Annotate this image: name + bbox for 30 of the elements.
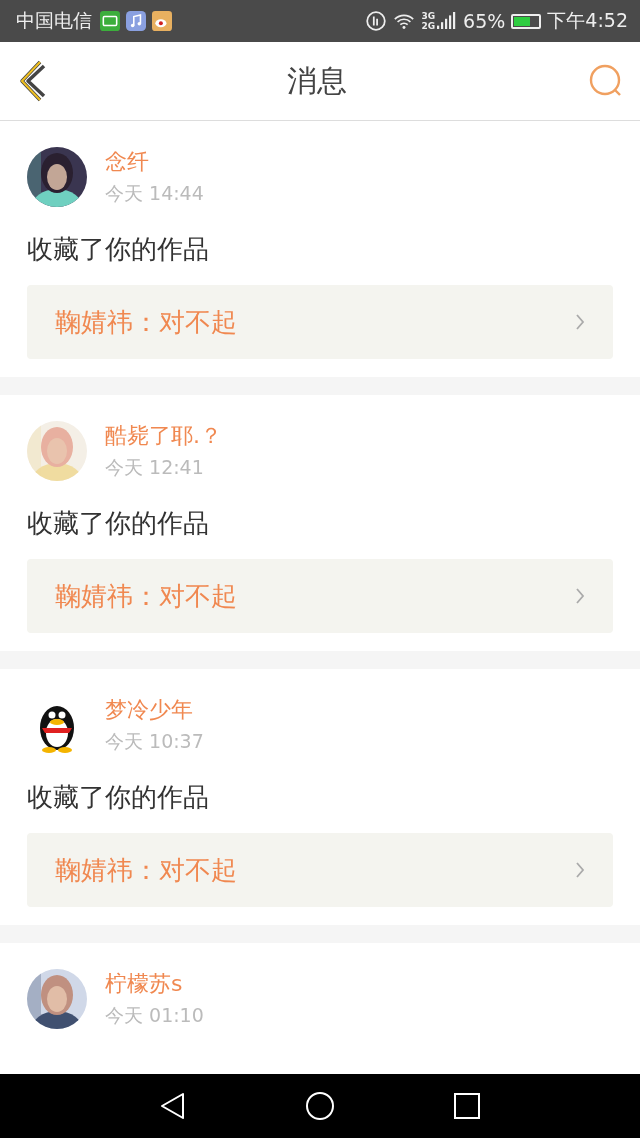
message-text: 收藏了你的作品	[27, 781, 210, 814]
message-text: 收藏了你的作品	[27, 233, 210, 266]
clock-time: 下午4:52	[547, 8, 628, 33]
music-app-icon	[126, 11, 146, 31]
carrier-name: 中国电信	[16, 8, 92, 33]
user-name[interactable]: 念纤	[105, 147, 204, 177]
video-app-icon	[100, 11, 120, 31]
user-name[interactable]: 酷毙了耶.？	[105, 421, 222, 451]
message-text: 收藏了你的作品	[27, 507, 210, 540]
battery-percent: 65%	[463, 10, 506, 32]
chevron-icon	[575, 587, 585, 605]
battery-icon	[511, 13, 542, 29]
message-time: 今天 12:41	[105, 455, 205, 480]
work-link[interactable]: 鞠婧祎：对不起	[27, 833, 613, 907]
work-link[interactable]: 鞠婧祎：对不起	[27, 559, 613, 633]
message-time: 今天 10:37	[105, 729, 204, 754]
network-type: 3G 2G	[421, 11, 436, 31]
data-saver-icon	[365, 10, 388, 32]
chevron-icon	[575, 313, 585, 331]
eye-app-icon	[152, 11, 172, 31]
user-name[interactable]: 梦冷少年	[105, 695, 204, 725]
user-name[interactable]: 柠檬苏s	[105, 969, 204, 999]
home-nav-icon[interactable]	[305, 1091, 335, 1121]
chevron-icon	[575, 861, 585, 879]
signal-icon	[437, 11, 458, 31]
message-time: 今天 14:44	[105, 181, 204, 206]
message-time: 今天 01:10	[105, 1003, 204, 1028]
recents-nav-icon[interactable]	[451, 1091, 482, 1121]
work-link[interactable]: 鞠婧祎：对不起	[27, 285, 613, 359]
page-title: 消息	[287, 61, 347, 100]
